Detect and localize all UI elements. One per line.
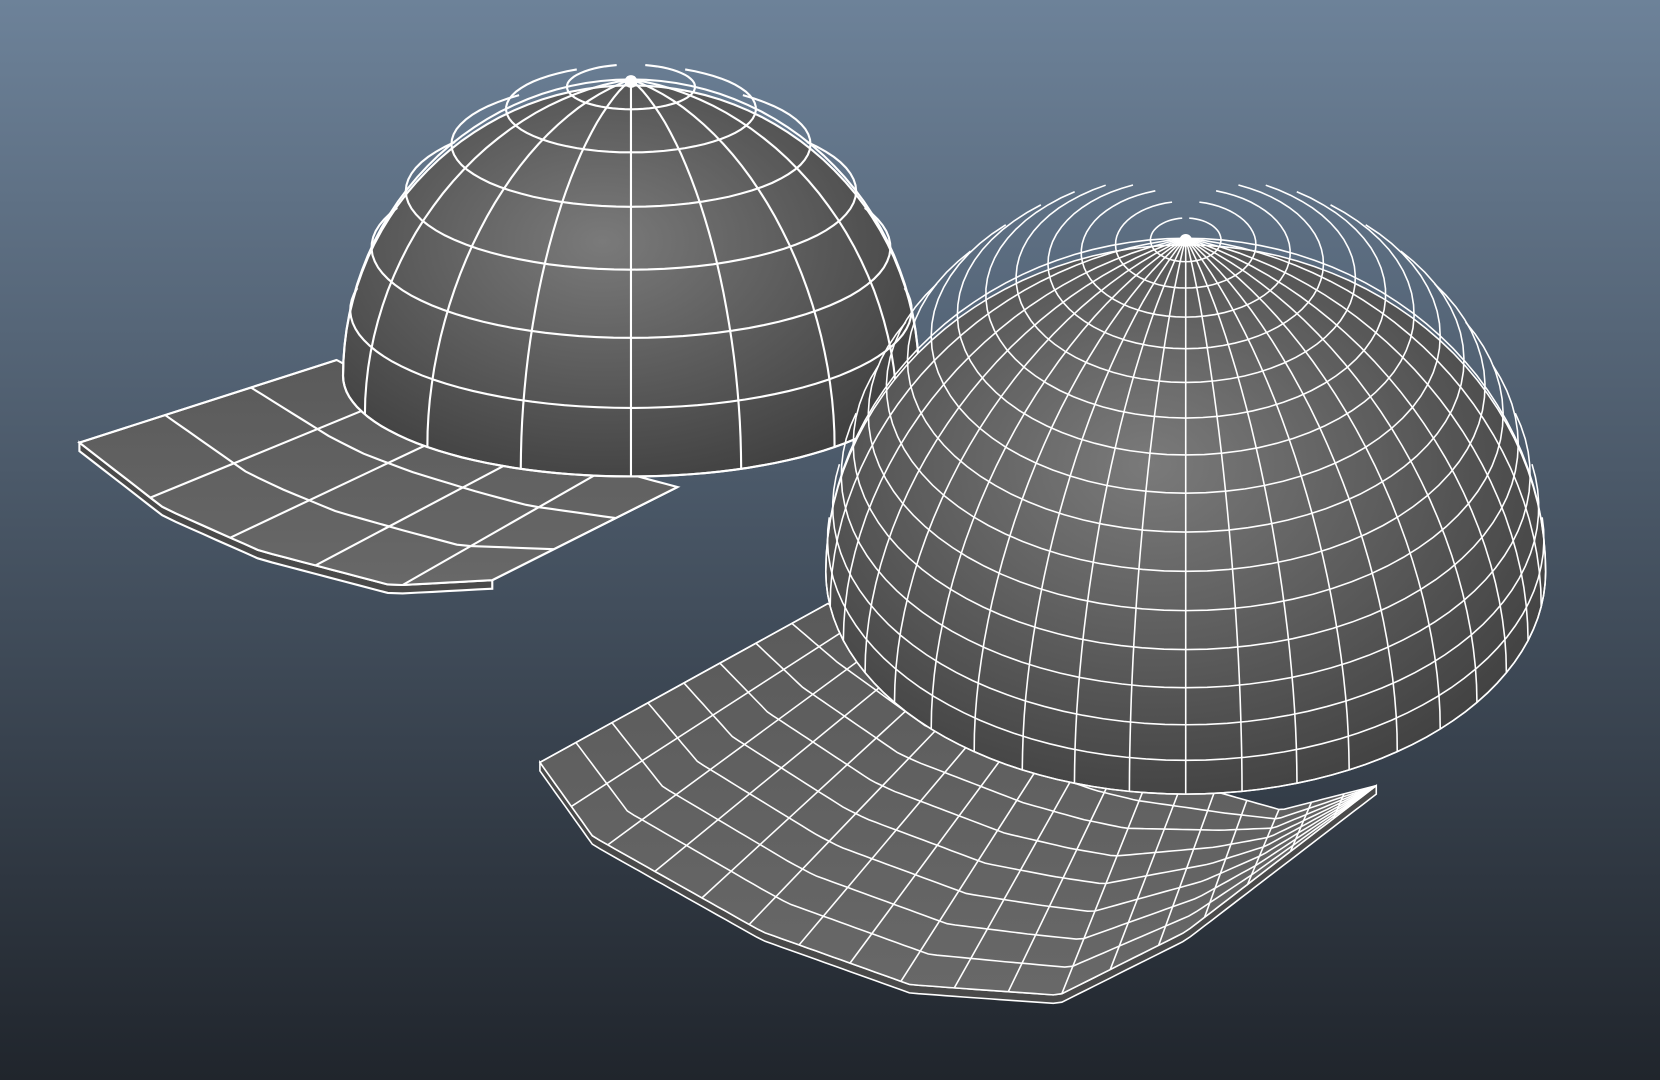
dome-pole <box>1179 234 1193 247</box>
viewport-canvas[interactable] <box>0 0 1660 1080</box>
dome-pole <box>624 75 638 88</box>
3d-viewport[interactable] <box>0 0 1660 1080</box>
